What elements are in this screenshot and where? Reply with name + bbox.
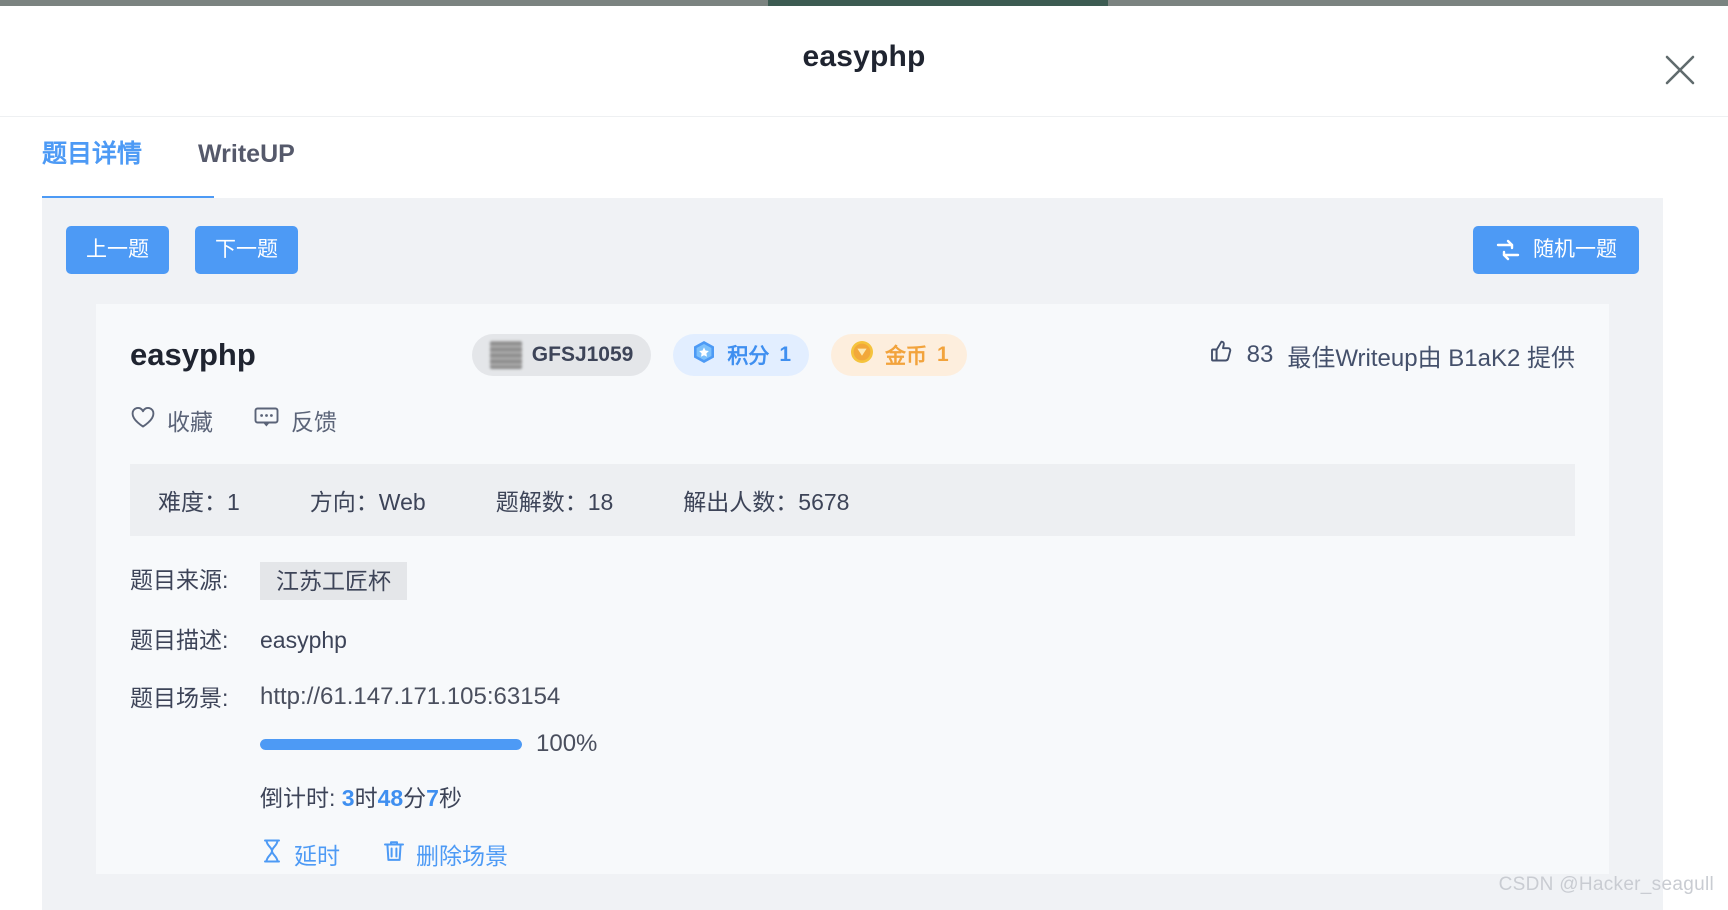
info-solutions-label: 题解数： [495, 489, 588, 515]
detail-row-description: 题目描述: easyphp [130, 622, 1575, 658]
detail-row-source: 题目来源: 江苏工匠杯 [130, 562, 1575, 600]
info-solvers-label: 解出人数： [683, 489, 799, 515]
prev-question-button[interactable]: 上一题 [66, 226, 169, 274]
delete-scene-button[interactable]: 删除场景 [382, 838, 508, 874]
extend-time-label: 延时 [294, 843, 340, 869]
progress-percent-label: 100% [536, 730, 598, 757]
info-solutions-count: 题解数：18 [496, 483, 614, 517]
random-question-button[interactable]: 随机一题 [1473, 226, 1639, 274]
likes-count: 83 [1246, 341, 1274, 368]
delete-scene-label: 删除场景 [416, 843, 508, 869]
info-category-label: 方向： [309, 489, 379, 515]
meta-action-row: 收藏 反馈 [130, 402, 1575, 438]
random-question-label: 随机一题 [1533, 238, 1617, 261]
feedback-label: 反馈 [291, 409, 337, 435]
gold-coin-icon [849, 339, 875, 371]
extend-time-button[interactable]: 延时 [260, 838, 340, 874]
challenge-card: easyphp GFSJ1059 积分 1 金币 1 83 最佳Writeup由… [96, 304, 1609, 874]
shuffle-icon [1495, 238, 1521, 262]
info-difficulty-value: 1 [227, 489, 240, 515]
info-difficulty-label: 难度： [158, 489, 227, 515]
countdown-prefix: 倒计时: [260, 785, 336, 811]
status-badge-challenge-id: GFSJ1059 [471, 334, 652, 376]
watermark: CSDN @Hacker_seagull [1498, 874, 1714, 895]
challenge-headline: easyphp GFSJ1059 积分 1 金币 1 83 最佳Writeup由… [130, 330, 1575, 380]
scene-progress: 100% [260, 726, 597, 762]
scene-label: 题目场景: [130, 685, 229, 711]
countdown-minutes: 48 [377, 785, 404, 811]
score-label: 积分 [727, 345, 770, 368]
info-solvers-value: 5678 [798, 489, 850, 515]
details-panel: 上一题 下一题 随机一题 easyphp GFSJ1059 积分 1 金币 1 … [42, 198, 1663, 910]
countdown-minutes-unit: 分 [403, 785, 427, 811]
progress-track [260, 738, 522, 750]
thumbs-up-icon [1208, 338, 1235, 372]
navigation-toolbar: 上一题 下一题 随机一题 [66, 224, 1639, 276]
info-solvers-count: 解出人数：5678 [683, 483, 849, 517]
coin-value: 1 [937, 343, 949, 366]
modal-title: easyphp [802, 40, 926, 73]
likes-group[interactable]: 83 [1208, 338, 1274, 372]
status-badge-coin: 金币 1 [831, 334, 967, 376]
countdown-text: 倒计时: 3时48分7秒 [260, 780, 597, 816]
favorite-label: 收藏 [167, 409, 213, 435]
comment-icon [253, 405, 280, 435]
info-category-value: Web [378, 489, 426, 515]
heart-icon [130, 405, 156, 435]
modal-header: easyphp [0, 6, 1728, 117]
scene-url-link[interactable]: http://61.147.171.105:63154 [260, 680, 597, 714]
status-badge-score: 积分 1 [673, 334, 810, 376]
score-value: 1 [779, 343, 792, 366]
favorite-button[interactable]: 收藏 [130, 403, 213, 437]
description-value: easyphp [260, 627, 347, 653]
tab-challenge-details[interactable]: 题目详情 [42, 139, 142, 191]
info-difficulty: 难度：1 [158, 483, 240, 517]
trash-icon [382, 838, 406, 874]
countdown-hours-unit: 时 [354, 785, 378, 811]
countdown-hours: 3 [341, 785, 355, 811]
close-icon[interactable] [1656, 46, 1704, 94]
challenge-title: easyphp [130, 337, 256, 372]
blurred-avatar-icon [489, 341, 522, 369]
source-label: 题目来源: [130, 567, 229, 593]
challenge-info-strip: 难度：1 方向：Web 题解数：18 解出人数：5678 [130, 464, 1575, 536]
coin-label: 金币 [885, 345, 928, 368]
hourglass-icon [260, 838, 284, 874]
countdown-seconds-unit: 秒 [438, 785, 462, 811]
tab-writeup[interactable]: WriteUP [198, 139, 295, 191]
detail-row-scene: 题目场景: http://61.147.171.105:63154 100% 倒… [130, 680, 1575, 874]
countdown-seconds: 7 [426, 785, 439, 811]
gem-star-icon [691, 339, 717, 371]
source-tag: 江苏工匠杯 [260, 562, 407, 600]
best-writeup-text: 最佳Writeup由 B1aK2 提供 [1287, 344, 1575, 372]
scene-action-row: 延时 删除场景 [260, 838, 597, 874]
info-category: 方向：Web [310, 483, 426, 517]
challenge-details: 题目来源: 江苏工匠杯 题目描述: easyphp 题目场景: http://6… [130, 562, 1575, 874]
feedback-button[interactable]: 反馈 [253, 403, 337, 437]
info-solutions-value: 18 [587, 489, 614, 515]
challenge-id-label: GFSJ1059 [531, 343, 634, 366]
tab-bar: 题目详情 WriteUP [0, 117, 1728, 199]
next-question-button[interactable]: 下一题 [195, 226, 298, 274]
challenge-detail-modal: easyphp 题目详情 WriteUP 上一题 下一题 随机一题 easyph… [0, 6, 1728, 910]
progress-fill [260, 738, 522, 750]
writeup-summary: 83 最佳Writeup由 B1aK2 提供 [1208, 338, 1575, 373]
description-label: 题目描述: [130, 627, 229, 653]
